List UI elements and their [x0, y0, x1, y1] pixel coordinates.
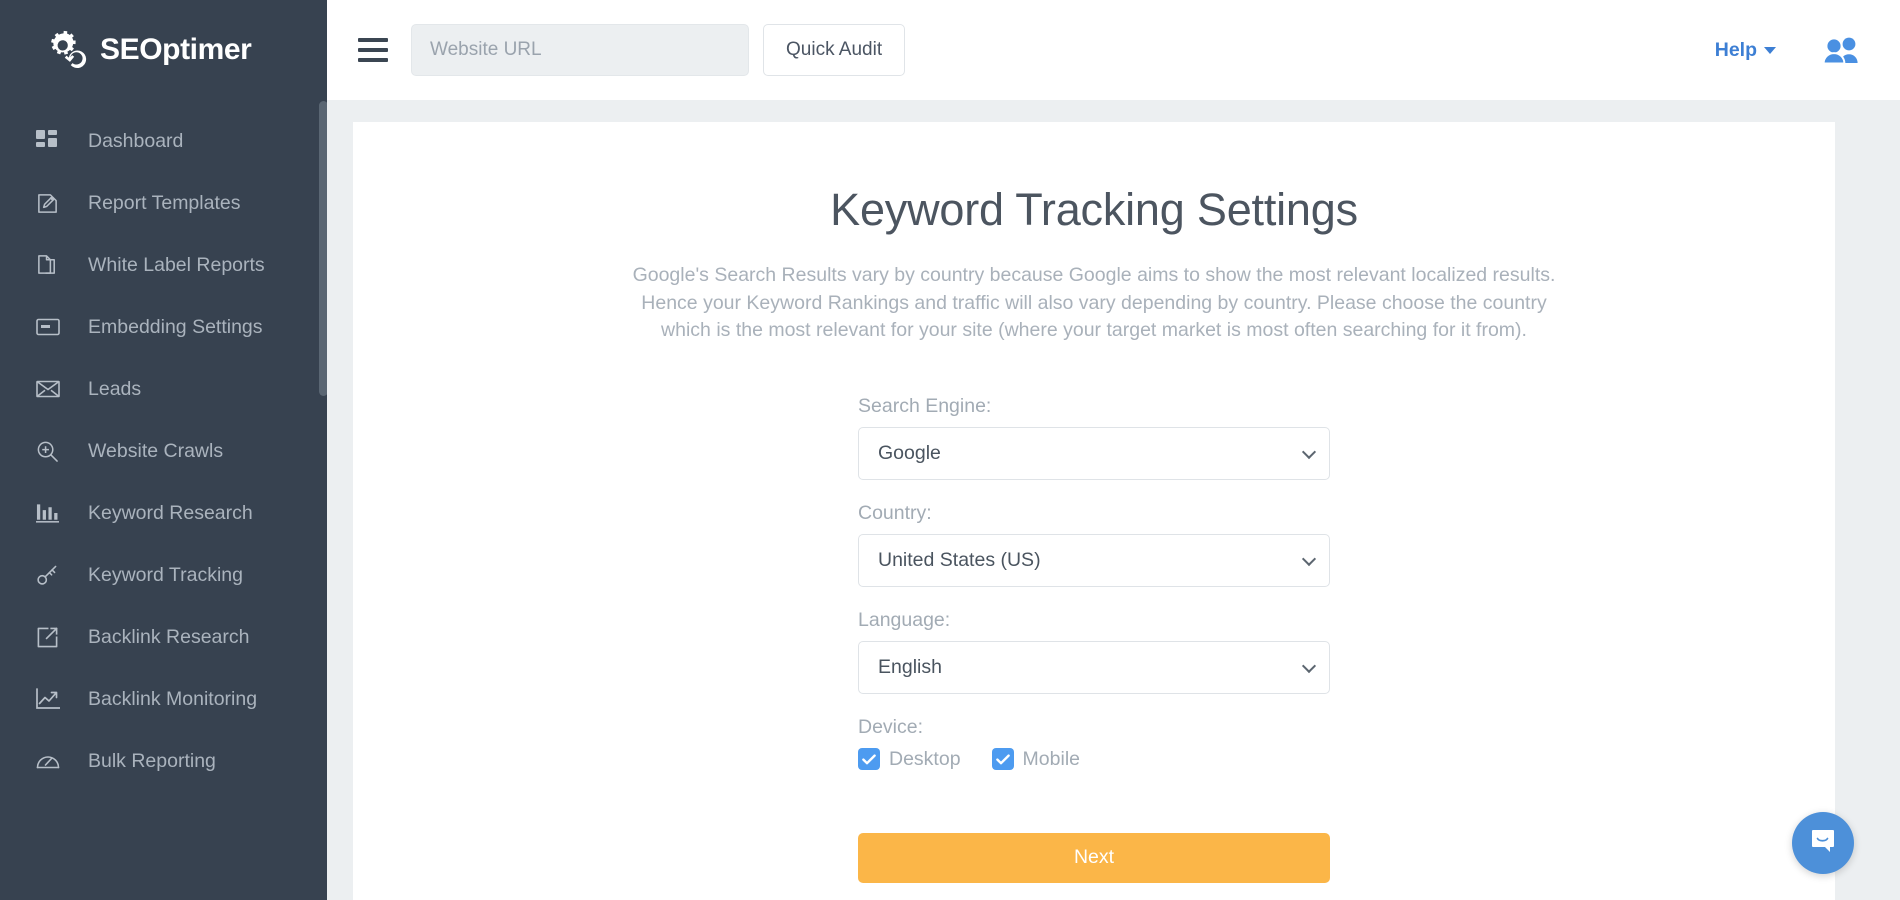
- quick-audit-button[interactable]: Quick Audit: [763, 24, 906, 76]
- country-select[interactable]: United States (US)United Kingdom (UK)Can…: [858, 533, 1330, 587]
- sidebar-item-label: Leads: [88, 377, 142, 400]
- external-link-icon: [36, 624, 66, 650]
- search-engine-label: Search Engine:: [858, 394, 992, 417]
- sidebar-item-label: Embedding Settings: [88, 315, 263, 338]
- sidebar-item-backlink-monitoring[interactable]: Backlink Monitoring: [0, 668, 327, 730]
- gauge-speedometer-icon: [36, 748, 66, 774]
- window-embed-icon: [36, 314, 66, 340]
- country-label: Country:: [858, 501, 932, 524]
- sidebar-item-leads[interactable]: Leads: [0, 358, 327, 420]
- topbar: Quick Audit Help: [327, 0, 1900, 100]
- gear-refresh-icon: [44, 28, 88, 72]
- brand-name: SEOptimer: [100, 33, 252, 66]
- envelope-icon: [36, 376, 66, 402]
- sidebar-item-label: Keyword Research: [88, 501, 253, 524]
- sidebar-item-label: Report Templates: [88, 191, 241, 214]
- pencil-square-icon: [36, 190, 66, 216]
- sidebar-item-white-label-reports[interactable]: White Label Reports: [0, 234, 327, 296]
- next-button[interactable]: Next: [858, 832, 1330, 883]
- check-icon: [995, 753, 1010, 764]
- chat-bubble-smile-icon: [1808, 826, 1838, 861]
- help-dropdown[interactable]: Help: [1715, 39, 1776, 62]
- users-group-icon[interactable]: [1822, 36, 1860, 64]
- sidebar-nav: Dashboard Report Templates White Label R…: [0, 100, 327, 792]
- settings-card: Keyword Tracking Settings Google's Searc…: [353, 122, 1835, 900]
- sidebar-scrollbar[interactable]: [319, 101, 327, 396]
- help-label: Help: [1714, 38, 1757, 61]
- sidebar-item-label: Keyword Tracking: [88, 563, 243, 586]
- hamburger-menu-icon[interactable]: [353, 30, 393, 70]
- main-region: Quick Audit Help Keyword Tracking Settin…: [327, 0, 1900, 900]
- app-root: SEOptimer Dashboard Report Templates Whi…: [0, 0, 1900, 900]
- page-title: Keyword Tracking Settings: [830, 184, 1358, 235]
- key-icon: [36, 562, 66, 588]
- desktop-label[interactable]: Desktop: [889, 748, 961, 771]
- bar-chart-icon: [36, 500, 66, 526]
- sidebar-item-embedding-settings[interactable]: Embedding Settings: [0, 296, 327, 358]
- website-url-input[interactable]: [411, 24, 749, 76]
- sidebar-item-backlink-research[interactable]: Backlink Research: [0, 606, 327, 668]
- intercom-launcher[interactable]: [1792, 812, 1854, 874]
- trend-line-icon: [36, 686, 66, 712]
- search-engine-select[interactable]: GoogleBingYahoo: [858, 426, 1330, 480]
- mobile-label[interactable]: Mobile: [1023, 748, 1080, 771]
- field-device: Device: Desktop Mobile: [858, 716, 1330, 771]
- page-description: Google's Search Results vary by country …: [632, 264, 1556, 341]
- sidebar-item-keyword-tracking[interactable]: Keyword Tracking: [0, 544, 327, 606]
- sidebar-item-label: White Label Reports: [88, 253, 265, 276]
- brand[interactable]: SEOptimer: [0, 0, 327, 100]
- copy-documents-icon: [36, 252, 66, 278]
- sidebar-item-label: Dashboard: [88, 129, 184, 152]
- magnifier-plus-icon: [36, 438, 66, 464]
- sidebar-item-dashboard[interactable]: Dashboard: [0, 110, 327, 172]
- mobile-checkbox[interactable]: [991, 748, 1014, 770]
- desktop-checkbox[interactable]: [858, 748, 880, 770]
- language-select[interactable]: EnglishSpanishFrenchGerman: [858, 640, 1330, 694]
- sidebar-item-bulk-reporting[interactable]: Bulk Reporting: [0, 730, 327, 792]
- content-area: Keyword Tracking Settings Google's Searc…: [327, 100, 1900, 900]
- chevron-down-icon: [1764, 46, 1776, 54]
- sidebar-item-report-templates[interactable]: Report Templates: [0, 172, 327, 234]
- field-country: Country: United States (US)United Kingdo…: [858, 502, 1330, 587]
- device-label: Device:: [858, 715, 924, 738]
- sidebar-item-website-crawls[interactable]: Website Crawls: [0, 420, 327, 482]
- field-language: Language: EnglishSpanishFrenchGerman: [858, 609, 1330, 694]
- sidebar: SEOptimer Dashboard Report Templates Whi…: [0, 0, 327, 900]
- keyword-tracking-form: Search Engine: GoogleBingYahoo Country: …: [858, 395, 1330, 883]
- sidebar-item-label: Bulk Reporting: [88, 749, 216, 772]
- sidebar-item-keyword-research[interactable]: Keyword Research: [0, 482, 327, 544]
- sidebar-item-label: Backlink Research: [88, 625, 250, 648]
- grid-dashboard-icon: [36, 128, 66, 154]
- language-label: Language:: [858, 608, 951, 631]
- sidebar-item-label: Backlink Monitoring: [88, 687, 258, 710]
- check-icon: [862, 753, 876, 764]
- sidebar-item-label: Website Crawls: [88, 439, 224, 462]
- field-search-engine: Search Engine: GoogleBingYahoo: [858, 395, 1330, 480]
